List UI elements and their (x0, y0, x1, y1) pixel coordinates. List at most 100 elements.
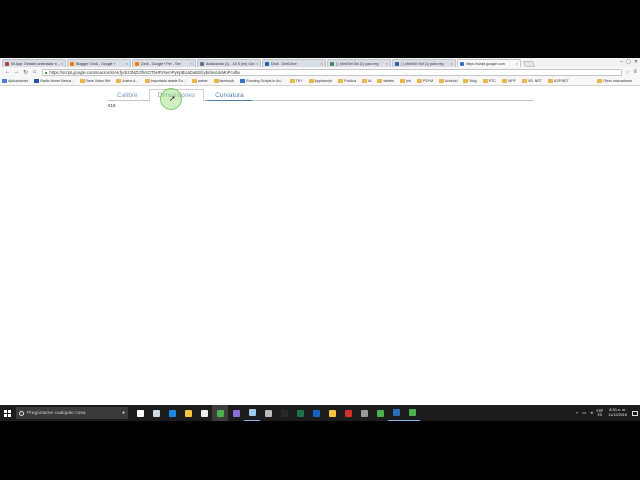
maximize-button[interactable]: ▢ (626, 59, 631, 65)
bookmark-label: Running Scripts in Ad... (246, 79, 284, 83)
folder-icon (2, 79, 7, 83)
close-icon[interactable]: × (451, 61, 453, 66)
folder-icon (377, 79, 383, 83)
close-icon[interactable]: × (191, 61, 193, 66)
tab-curvatura[interactable]: Curvatura (206, 89, 253, 101)
browser-tab[interactable]: Mi App: Gestion ordenador e... × (2, 59, 66, 67)
photos-icon[interactable] (244, 405, 260, 421)
microphone-icon[interactable]: ● (122, 410, 125, 416)
bookmark-item[interactable]: Radio Home Nexus - (34, 79, 74, 83)
bookmark-item[interactable]: Aplicaciones (2, 79, 28, 83)
bookmark-item[interactable]: Applescript (308, 79, 332, 83)
bookmark-item[interactable]: VB .NET (521, 79, 542, 83)
tab-label: Analizando (1) - 1A S (en) Gra (206, 61, 255, 66)
chrome-icon[interactable] (212, 405, 228, 421)
folder-icon (400, 79, 406, 83)
bookmark-item[interactable]: job (400, 79, 411, 83)
start-button[interactable] (0, 405, 14, 421)
bookmark-label: Otros marcadores (603, 79, 632, 83)
tab-favicon (460, 61, 464, 66)
browser-tab-active[interactable]: https://script.google.com × (457, 59, 521, 67)
language-indicator[interactable]: ESP ES (596, 409, 603, 418)
close-icon[interactable]: × (61, 61, 63, 66)
folder-icon[interactable] (324, 405, 340, 421)
visual-studio-icon[interactable] (228, 405, 244, 421)
tray-chevron-icon[interactable]: ^ (576, 411, 578, 416)
tab-calibre[interactable]: Calibre (108, 89, 147, 101)
bookmark-item[interactable]: Importado desde Ex... (144, 79, 186, 83)
bookmark-label: facebook (219, 79, 235, 83)
edge-icon[interactable] (164, 405, 180, 421)
forward-button[interactable]: → (12, 69, 21, 75)
browser-tab[interactable]: Analizando (1) - 1A S (en) Gra × (197, 59, 261, 67)
other-bookmarks[interactable]: Otros marcadores (597, 79, 632, 83)
search-placeholder: Pregúntame cualquier cosa (27, 410, 86, 416)
bookmark-item[interactable]: Política (338, 79, 356, 83)
app-glyph (376, 409, 384, 417)
app-glyph (216, 409, 224, 417)
bookmark-star-icon[interactable]: ☆ (625, 69, 630, 76)
network-icon[interactable] (388, 405, 404, 421)
folder-icon (191, 79, 197, 83)
minimize-button[interactable]: – (620, 59, 623, 65)
folder-icon (79, 79, 85, 83)
excel-icon[interactable] (292, 405, 308, 421)
bookmark-item[interactable]: Running Scripts in Ad... (240, 79, 284, 83)
close-icon[interactable]: × (516, 61, 518, 66)
bookmark-label: Política (344, 79, 357, 83)
browser-tab[interactable]: Dedi - OneDrive × (262, 59, 326, 67)
bookmark-item[interactable]: Blog (463, 79, 477, 83)
cortana-search-box[interactable]: Pregúntame cualquier cosa ● (16, 407, 128, 419)
network-tray-icon[interactable]: ▭ (582, 410, 586, 416)
reload-button[interactable]: ↻ (21, 69, 30, 76)
task-view-icon[interactable] (132, 405, 148, 421)
home-button[interactable]: ⌂ (30, 69, 39, 75)
menu-icon[interactable]: ≡ (633, 69, 637, 75)
bookmark-item[interactable]: anime (191, 79, 208, 83)
tab-favicon (70, 61, 74, 66)
folder-icon (34, 79, 40, 83)
onenote-icon[interactable] (276, 405, 292, 421)
browser-tab[interactable]: Dedi - Google+ Per - Ser × (132, 59, 196, 67)
close-icon[interactable]: × (386, 61, 388, 66)
file-explorer-icon[interactable] (180, 405, 196, 421)
close-icon[interactable]: × (126, 61, 128, 66)
tab-favicon (5, 61, 9, 66)
bookmark-item[interactable]: IA (362, 79, 371, 83)
close-window-button[interactable]: ✕ (634, 59, 638, 65)
store-bag-icon[interactable] (196, 405, 212, 421)
bookmark-item[interactable]: facebook (213, 79, 235, 83)
close-icon[interactable]: × (256, 61, 258, 66)
bookmark-item[interactable]: tablets (377, 79, 394, 83)
filezilla-icon[interactable] (340, 405, 356, 421)
bookmark-item[interactable]: RTC (482, 79, 496, 83)
notifications-icon[interactable] (632, 410, 638, 416)
store-icon[interactable] (148, 405, 164, 421)
app-icon[interactable] (260, 405, 276, 421)
bookmark-item[interactable]: ASP.NET (547, 79, 569, 83)
bookmark-item[interactable]: Anime A... (116, 79, 139, 83)
clock[interactable]: 8:33 a. m. 11/12/2015 (608, 408, 627, 418)
app-glyph (184, 409, 192, 417)
folder-icon (416, 79, 422, 83)
app-glyph (280, 409, 288, 417)
bookmark-item[interactable]: TKY (289, 79, 303, 83)
back-button[interactable]: ← (3, 69, 12, 75)
bookmark-item[interactable]: WPF (501, 79, 516, 83)
bookmark-item[interactable]: Android (439, 79, 457, 83)
browser-tab[interactable]: ( ) MedSel Sel (1) para reg × (327, 59, 391, 67)
chrome-alt-icon[interactable] (404, 405, 420, 421)
outlook-icon[interactable] (308, 405, 324, 421)
address-bar[interactable]: ■ https://script.google.com/macros/s/AKf… (42, 68, 623, 76)
bookmark-item[interactable]: PSYM (416, 79, 433, 83)
app-green-icon[interactable] (372, 405, 388, 421)
close-icon[interactable]: × (321, 61, 323, 66)
tools-icon[interactable] (356, 405, 372, 421)
browser-tab-strip: Mi App: Gestion ordenador e... × Blogger… (0, 58, 640, 67)
browser-tab[interactable]: Blogger: Dedi - Google + × (67, 59, 131, 67)
browser-tab[interactable]: ( ) MedSel Sel (1) para reg × (392, 59, 456, 67)
bookmark-label: Aplicaciones (8, 79, 29, 83)
volume-icon[interactable]: ◂ (590, 410, 592, 416)
folder-icon (213, 79, 219, 83)
bookmark-item[interactable]: Save Video We (79, 79, 110, 83)
